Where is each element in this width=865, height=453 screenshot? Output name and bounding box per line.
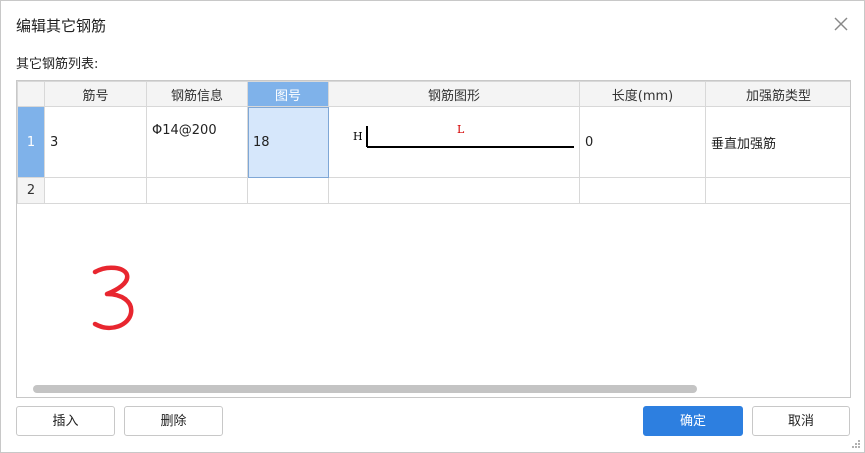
ok-button[interactable]: 确定 [643, 406, 743, 436]
bar-info-cell[interactable]: Φ14@200 [146, 106, 248, 178]
column-header-bar-no[interactable]: 筋号 [44, 81, 147, 107]
column-header-figure-no[interactable]: 图号 [247, 81, 329, 107]
table-row: 1 3 Φ14@200 18 H L 0 垂直加强筋 [17, 106, 850, 178]
bar-shape-cell[interactable]: H L [328, 106, 580, 178]
bar-no-cell[interactable] [44, 177, 147, 204]
close-icon [834, 17, 848, 31]
dialog-title: 编辑其它钢筋 [16, 17, 107, 35]
bar-shape-cell[interactable] [328, 177, 580, 204]
corner-header-cell[interactable] [17, 81, 45, 107]
shape-l-label: L [457, 123, 465, 136]
handwritten-annotation-scribble [92, 265, 134, 331]
delete-button[interactable]: 删除 [124, 406, 223, 436]
rebar-table: 筋号 钢筋信息 图号 钢筋图形 长度(mm) 加强筋类型 1 3 Φ14@200… [17, 81, 850, 204]
close-button[interactable] [832, 15, 850, 33]
row-number-cell[interactable]: 2 [17, 177, 45, 204]
bar-shape-drawing [366, 126, 574, 148]
table-row: 2 [17, 177, 850, 204]
length-cell[interactable]: 0 [579, 106, 706, 178]
resize-grip-icon[interactable] [851, 439, 861, 449]
column-header-bar-info[interactable]: 钢筋信息 [146, 81, 248, 107]
row-number-cell[interactable]: 1 [17, 106, 45, 178]
reinforcement-type-cell[interactable]: 垂直加强筋 [705, 106, 850, 178]
reinforcement-type-cell[interactable] [705, 177, 850, 204]
shape-h-label: H [353, 130, 363, 143]
insert-button[interactable]: 插入 [16, 406, 115, 436]
cancel-button[interactable]: 取消 [752, 406, 850, 436]
table-header-row: 筋号 钢筋信息 图号 钢筋图形 长度(mm) 加强筋类型 [17, 81, 850, 107]
rebar-grid: 筋号 钢筋信息 图号 钢筋图形 长度(mm) 加强筋类型 1 3 Φ14@200… [16, 80, 851, 398]
bar-no-cell[interactable]: 3 [44, 106, 147, 178]
bar-info-cell[interactable] [146, 177, 248, 204]
figure-no-cell[interactable]: 18 [247, 106, 329, 178]
length-cell[interactable] [579, 177, 706, 204]
column-header-length[interactable]: 长度(mm) [579, 81, 706, 107]
edit-other-rebar-dialog: 编辑其它钢筋 其它钢筋列表: 筋号 钢筋信息 图号 钢筋图形 长度(mm) 加强… [0, 0, 865, 453]
column-header-bar-shape[interactable]: 钢筋图形 [328, 81, 580, 107]
column-header-reinforcement-type[interactable]: 加强筋类型 [705, 81, 850, 107]
rebar-list-label: 其它钢筋列表: [16, 57, 99, 72]
figure-no-cell[interactable] [247, 177, 329, 204]
horizontal-scrollbar[interactable] [33, 385, 697, 393]
